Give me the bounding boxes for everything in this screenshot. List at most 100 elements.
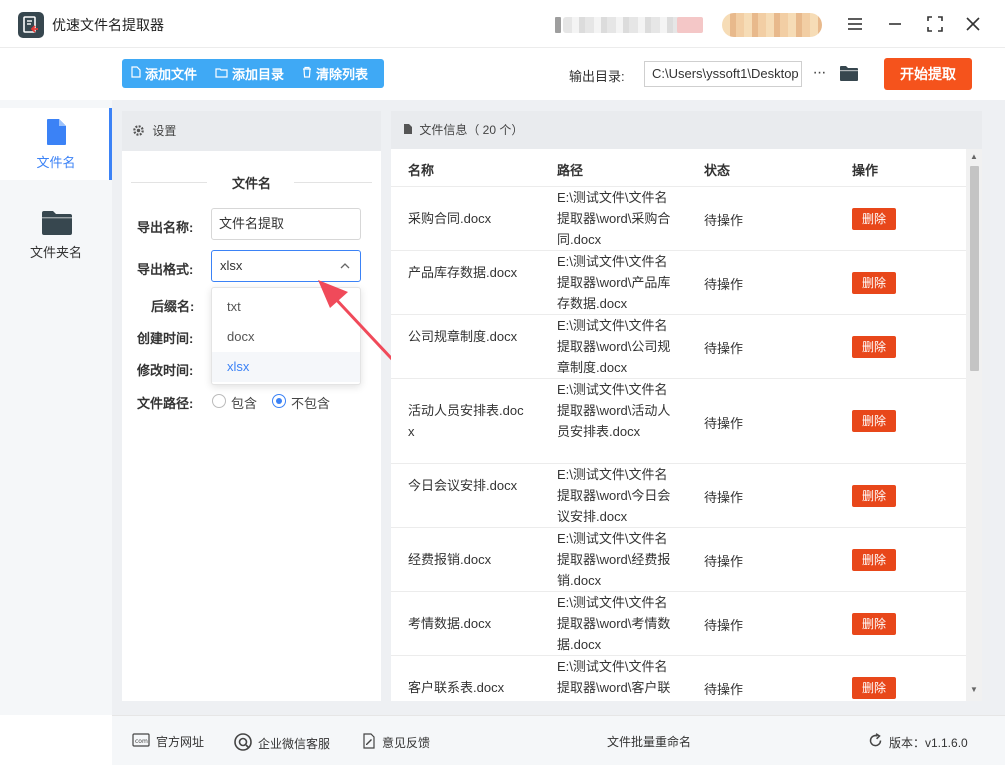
website-link[interactable]: com 官方网址 (132, 733, 204, 750)
account-info[interactable] (555, 17, 703, 33)
file-info-title: 文件信息（ 20 个） (419, 123, 524, 137)
feedback-label: 意见反馈 (382, 736, 431, 750)
table-row[interactable]: 经费报销.docx E:\测试文件\文件名提取器\word\经费报销.docx … (391, 528, 966, 592)
table-scrollbar[interactable]: ▲ ▼ (966, 149, 982, 701)
file-toolbar: 添加文件 添加目录 清除列表 (122, 59, 384, 88)
version-label: 版本：v1.1.6.0 (889, 735, 968, 750)
cell-status: 待操作 (704, 554, 744, 569)
cell-name: 活动人员安排表.docx (408, 403, 524, 439)
nav-label-foldername: 文件夹名 (29, 245, 82, 260)
radio-include[interactable] (212, 394, 226, 408)
cell-status: 待操作 (704, 416, 744, 431)
nav-item-filename[interactable]: 文件名 (0, 108, 112, 180)
delete-button[interactable]: 删除 (852, 208, 896, 230)
cell-status: 待操作 (704, 213, 744, 228)
start-extract-button[interactable]: 开始提取 (884, 58, 972, 90)
output-dir-input[interactable]: C:\Users\yssoft1\Desktop (644, 61, 802, 87)
delete-button[interactable]: 删除 (852, 613, 896, 635)
export-name-label: 导出名称: (137, 220, 194, 235)
export-format-label: 导出格式: (137, 262, 194, 277)
cell-name: 客户联系表.docx (408, 680, 505, 695)
nav-label-filename: 文件名 (36, 155, 76, 170)
add-dir-button[interactable]: 添加目录 (206, 59, 293, 88)
wechat-support-link[interactable]: 企业微信客服 (234, 733, 330, 754)
cell-path: E:\测试文件\文件名提取器\word\活动人员安排表.docx (557, 382, 671, 439)
table-row[interactable]: 客户联系表.docx E:\测试文件\文件名提取器\word\客户联系表.doc… (391, 656, 966, 701)
menu-icon[interactable] (845, 14, 865, 34)
website-icon: com (132, 733, 150, 750)
cell-name: 经费报销.docx (408, 552, 492, 567)
user-badge[interactable] (722, 13, 822, 37)
clear-list-label: 清除列表 (316, 67, 369, 82)
minimize-icon[interactable] (885, 14, 905, 34)
file-icon (47, 119, 66, 145)
feedback-icon (362, 733, 376, 752)
file-path-label: 文件路径: (137, 396, 194, 411)
export-name-input[interactable]: 文件名提取 (211, 208, 361, 240)
file-icon (131, 66, 141, 81)
app-logo-icon (18, 12, 44, 38)
cell-path: E:\测试文件\文件名提取器\word\公司规章制度.docx (557, 318, 671, 375)
radio-exclude[interactable] (272, 394, 286, 408)
col-path: 路径 (557, 163, 584, 178)
footer-bar: com 官方网址 企业微信客服 意见反馈 文件批量重命名 版本：v1.1.6.0 (112, 715, 1005, 765)
nav-item-foldername[interactable]: 文件夹名 (0, 198, 112, 270)
suffix-label: 后缀名: (151, 299, 195, 314)
delete-button[interactable]: 删除 (852, 410, 896, 432)
file-info-panel: 文件信息（ 20 个） 名称 路径 状态 操作 采购合同.docx E:\测试文… (391, 111, 982, 701)
folder-outline-icon (215, 67, 228, 81)
scroll-up-icon[interactable]: ▲ (970, 152, 978, 161)
output-dir-label: 输出目录: (569, 69, 625, 84)
add-file-label: 添加文件 (145, 67, 198, 82)
wechat-label: 企业微信客服 (258, 737, 331, 751)
radio-include-label: 包含 (231, 396, 258, 411)
cell-name: 今日会议安排.docx (408, 478, 518, 493)
cell-status: 待操作 (704, 277, 744, 292)
version-info[interactable]: 版本：v1.1.6.0 (868, 733, 968, 751)
feedback-link[interactable]: 意见反馈 (362, 733, 430, 752)
delete-button[interactable]: 删除 (852, 485, 896, 507)
svg-text:com: com (135, 738, 148, 745)
table-row[interactable]: 考情数据.docx E:\测试文件\文件名提取器\word\考情数据.docx … (391, 592, 966, 656)
delete-button[interactable]: 删除 (852, 336, 896, 358)
table-row[interactable]: 活动人员安排表.docx E:\测试文件\文件名提取器\word\活动人员安排表… (391, 379, 966, 464)
created-time-label: 创建时间: (137, 331, 194, 346)
more-icon[interactable]: ··· (810, 63, 828, 83)
settings-header: 设置 (122, 111, 381, 151)
left-nav: 文件名 文件夹名 (0, 100, 112, 715)
file-small-icon (403, 112, 413, 150)
table-header: 名称 路径 状态 操作 (391, 149, 966, 187)
maximize-icon[interactable] (925, 14, 945, 34)
title-bar: 优速文件名提取器 (0, 0, 1005, 48)
file-info-header: 文件信息（ 20 个） (391, 111, 982, 149)
cell-path: E:\测试文件\文件名提取器\word\客户联系表.docx (557, 659, 671, 695)
cell-status: 待操作 (704, 682, 744, 697)
table-row[interactable]: 产品库存数据.docx E:\测试文件\文件名提取器\word\产品库存数据.d… (391, 251, 966, 315)
col-status: 状态 (704, 163, 731, 178)
cell-path: E:\测试文件\文件名提取器\word\考情数据.docx (557, 595, 671, 652)
table-row[interactable]: 公司规章制度.docx E:\测试文件\文件名提取器\word\公司规章制度.d… (391, 315, 966, 379)
cell-status: 待操作 (704, 341, 744, 356)
cell-name: 考情数据.docx (408, 616, 492, 631)
table-row[interactable]: 今日会议安排.docx E:\测试文件\文件名提取器\word\今日会议安排.d… (391, 464, 966, 528)
settings-title: 设置 (152, 124, 177, 138)
cell-name: 公司规章制度.docx (408, 329, 518, 344)
delete-button[interactable]: 删除 (852, 677, 896, 699)
close-icon[interactable] (963, 14, 983, 34)
table-row[interactable]: 采购合同.docx E:\测试文件\文件名提取器\word\采购合同.docx … (391, 187, 966, 251)
add-file-button[interactable]: 添加文件 (122, 59, 206, 88)
modified-time-label: 修改时间: (137, 363, 194, 378)
delete-button[interactable]: 删除 (852, 549, 896, 571)
folder-browse-icon[interactable] (839, 65, 859, 82)
scrollbar-thumb[interactable] (970, 166, 979, 371)
gear-icon (132, 113, 145, 153)
divider (294, 182, 372, 183)
trash-icon (302, 66, 312, 81)
clear-list-button[interactable]: 清除列表 (293, 59, 377, 88)
add-dir-label: 添加目录 (232, 67, 285, 82)
delete-button[interactable]: 删除 (852, 272, 896, 294)
cell-path: E:\测试文件\文件名提取器\word\今日会议安排.docx (557, 467, 671, 524)
cell-status: 待操作 (704, 490, 744, 505)
scroll-down-icon[interactable]: ▼ (970, 685, 978, 694)
batch-rename-link[interactable]: 文件批量重命名 (607, 733, 691, 750)
